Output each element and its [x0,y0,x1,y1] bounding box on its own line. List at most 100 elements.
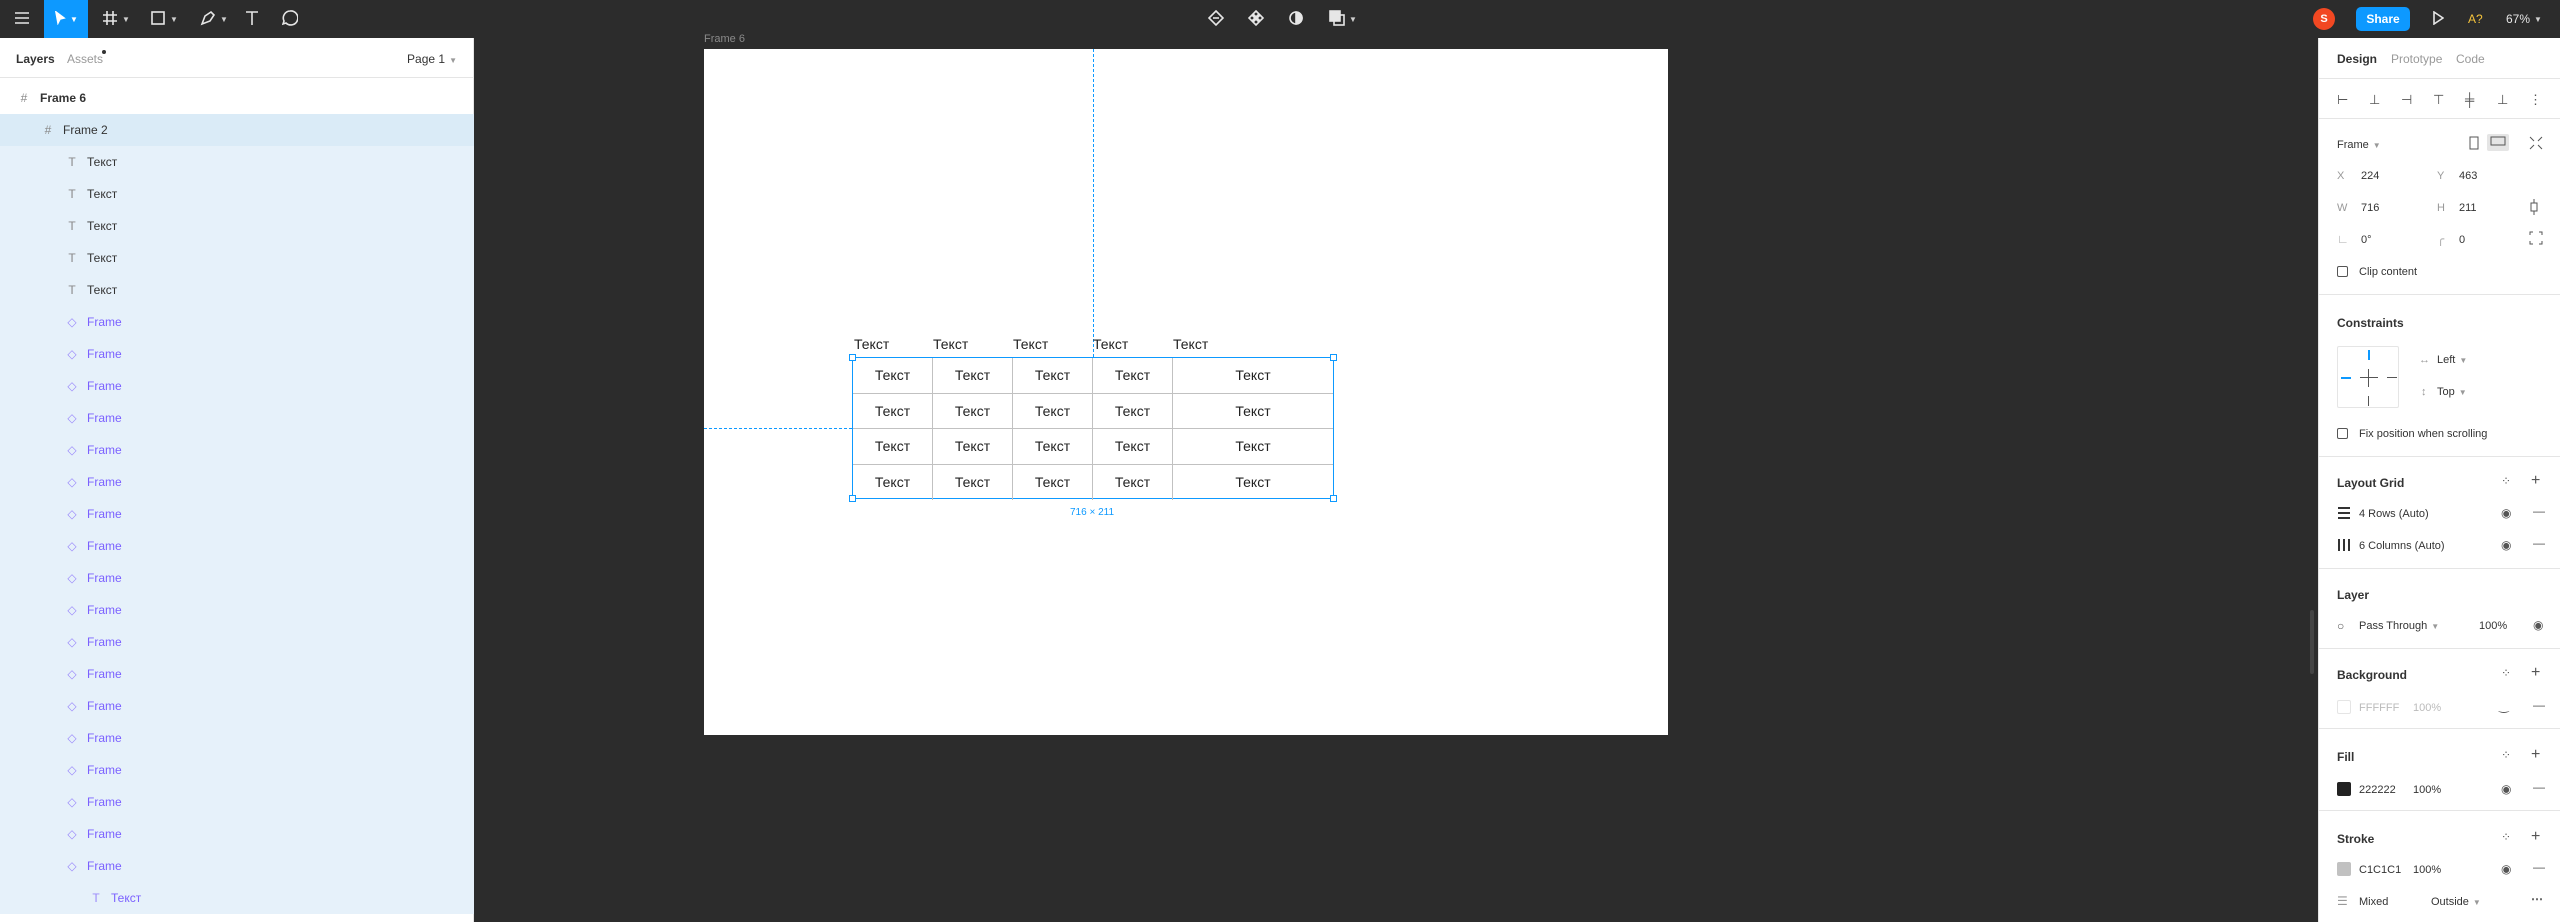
header-text[interactable]: Текст [933,336,968,352]
fill-hex[interactable]: 222222 [2359,784,2396,796]
table-cell[interactable]: Текст [933,358,1013,394]
table-cell[interactable]: Текст [853,464,933,500]
layer-row[interactable]: ◇ Frame [0,530,474,562]
clip-content-checkbox[interactable] [2337,266,2348,277]
layer-row[interactable]: T Текст [0,178,474,210]
layer-row[interactable]: T Текст [0,274,474,306]
table-cell[interactable]: Текст [1093,464,1173,500]
remove-fill-icon[interactable]: — [2533,780,2545,794]
table-cell[interactable]: Текст [1173,465,1333,501]
fill-opacity[interactable]: 100% [2413,784,2441,796]
table-cell[interactable]: Текст [1013,358,1093,394]
table-cell[interactable]: Текст [853,429,933,465]
eye-icon[interactable]: ◉ [2501,538,2511,552]
more-options-icon[interactable]: ⋯ [2531,892,2543,906]
table-cell[interactable]: Текст [1173,429,1333,465]
background-hex[interactable]: FFFFFF [2359,702,2399,714]
canvas-scrollbar[interactable] [2310,610,2314,674]
table-cell[interactable]: Текст [933,464,1013,500]
constrain-proportions-icon[interactable] [2529,198,2539,219]
remove-grid-icon[interactable]: — [2533,536,2545,550]
eye-icon[interactable]: ◉ [2533,618,2543,632]
styles-icon[interactable]: ⁘ [2501,830,2511,844]
header-text[interactable]: Текст [1093,336,1128,352]
grid-styles-icon[interactable]: ⁘ [2501,474,2511,488]
align-bottom-icon[interactable]: ⊥ [2497,92,2508,108]
vertical-constraint-dropdown[interactable]: Top ▼ [2437,386,2467,398]
stroke-swatch[interactable] [2337,862,2351,876]
remove-stroke-icon[interactable]: — [2533,860,2545,874]
layer-row[interactable]: ◇ Frame [0,626,474,658]
background-swatch[interactable] [2337,700,2351,714]
constraint-widget[interactable] [2337,346,2399,408]
frame-label[interactable]: Frame 6 [704,33,745,45]
ai-button[interactable]: A? [2468,0,2483,38]
avatar[interactable]: S [2313,8,2335,30]
layer-row[interactable]: T Текст [0,146,474,178]
landscape-icon[interactable] [2487,134,2509,151]
fix-position-checkbox[interactable] [2337,428,2348,439]
layer-row[interactable]: ◇ Frame [0,498,474,530]
layer-row[interactable]: ◇ Frame [0,754,474,786]
y-input[interactable]: 463 [2459,170,2477,182]
header-text[interactable]: Текст [1173,336,1208,352]
header-text[interactable]: Текст [1013,336,1048,352]
table-cell[interactable]: Текст [1093,393,1173,429]
grid-rows-label[interactable]: 4 Rows (Auto) [2359,508,2429,520]
table-cell[interactable]: Текст [853,358,933,394]
h-input[interactable]: 211 [2459,202,2477,214]
tab-assets[interactable]: Assets [67,52,103,66]
table-cell[interactable]: Текст [1173,358,1333,394]
eye-icon[interactable]: ◉ [2501,782,2511,796]
pen-tool-button[interactable]: ▼ [194,0,234,38]
present-button[interactable] [2426,0,2450,38]
rows-grid-icon[interactable] [2337,506,2351,523]
layer-row[interactable]: ◇ Frame [0,818,474,850]
table-frame[interactable]: Текст Текст Текст Текст Текст Текст Текст Текст… [852,357,1334,501]
constraint-bottom-indicator[interactable] [2368,396,2369,406]
remove-background-icon[interactable]: — [2533,698,2545,712]
grid-columns-label[interactable]: 6 Columns (Auto) [2359,540,2445,552]
w-input[interactable]: 716 [2361,202,2379,214]
horizontal-constraint-dropdown[interactable]: Left ▼ [2437,354,2467,366]
styles-icon[interactable]: ⁘ [2501,748,2511,762]
align-horizontal-center-icon[interactable]: ⊥ [2369,92,2380,108]
layer-row[interactable]: # Frame 6 [0,82,474,114]
layer-row[interactable]: ◇ Frame [0,594,474,626]
layer-row[interactable]: # Frame 2 [0,114,474,146]
layer-row[interactable]: T Текст [0,210,474,242]
header-text[interactable]: Текст [854,336,889,352]
table-cell[interactable]: Текст [1013,464,1093,500]
layer-row[interactable]: ◇ Frame [0,434,474,466]
resize-handle-top-right[interactable] [1330,354,1337,361]
stroke-position-dropdown[interactable]: Outside ▼ [2431,896,2481,908]
share-button[interactable]: Share [2356,7,2410,31]
boolean-button[interactable]: ▼ [1326,0,1360,38]
frame-tool-button[interactable]: ▼ [96,0,136,38]
constraint-left-indicator[interactable] [2341,377,2351,379]
resize-handle-bottom-left[interactable] [849,495,856,502]
layer-row[interactable]: ◇ Frame [0,562,474,594]
align-left-icon[interactable]: ⊢ [2337,92,2348,108]
add-stroke-icon[interactable]: + [2531,828,2540,846]
columns-grid-icon[interactable] [2337,538,2351,555]
rotation-input[interactable]: 0° [2361,234,2372,246]
table-cell[interactable]: Текст [1173,394,1333,429]
constraint-center-v[interactable] [2368,369,2369,387]
layer-row[interactable]: ◇ Frame [0,338,474,370]
edit-object-button[interactable] [1204,0,1228,38]
table-cell[interactable]: Текст [853,393,933,429]
table-cell[interactable]: Текст [1093,429,1173,465]
align-top-icon[interactable]: ⊤ [2433,92,2444,108]
layer-row[interactable]: T Текст [0,242,474,274]
add-grid-icon[interactable]: + [2531,472,2540,490]
x-input[interactable]: 224 [2361,170,2379,182]
add-background-icon[interactable]: + [2531,664,2540,682]
stroke-weight-input[interactable]: Mixed [2359,896,2388,908]
constraint-right-indicator[interactable] [2387,377,2397,378]
align-vertical-center-icon[interactable]: ╪ [2465,92,2474,107]
frame-type-dropdown[interactable]: Frame ▼ [2337,139,2381,151]
page-dropdown[interactable]: Page 1 ▼ [407,52,457,66]
table-cell[interactable]: Текст [933,393,1013,429]
layer-opacity-input[interactable]: 100% [2479,620,2507,632]
